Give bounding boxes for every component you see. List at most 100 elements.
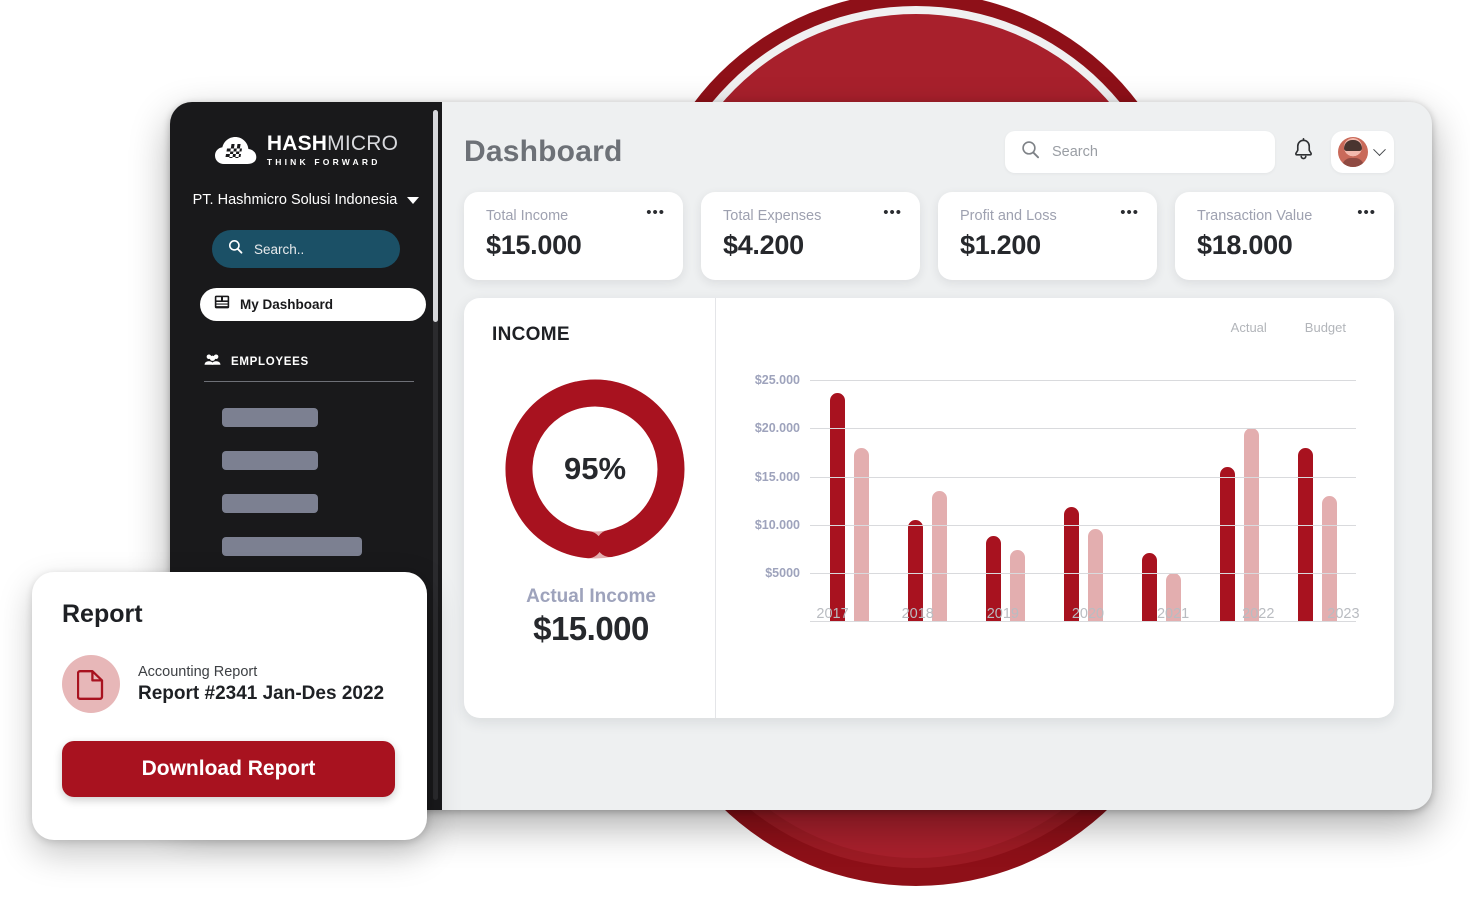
search-icon	[1021, 140, 1040, 164]
chart-bar-group	[1141, 361, 1181, 621]
chart-x-tick-label: 2019	[986, 606, 1019, 622]
sidebar-scrollbar-thumb[interactable]	[433, 110, 438, 322]
ellipsis-icon[interactable]: •••	[646, 205, 665, 220]
chart-y-tick-label: $20.000	[754, 421, 800, 436]
report-subtitle: Accounting Report	[138, 663, 258, 680]
chart-bar-budget[interactable]	[931, 491, 947, 621]
chart-bar-group	[985, 361, 1025, 621]
chart-x-tick-label: 2018	[901, 606, 934, 622]
chart-gridline	[810, 428, 1356, 430]
income-donut-chart: 95%	[500, 374, 690, 564]
chart-bar-actual[interactable]	[1297, 447, 1313, 621]
chart-bar-group	[1297, 361, 1337, 621]
app-logo: HASHMICRO THINK FORWARD	[170, 132, 442, 168]
stat-label: Transaction Value	[1197, 208, 1313, 224]
chart-legend: Actual Budget	[736, 320, 1364, 335]
ellipsis-icon[interactable]: •••	[1120, 205, 1139, 220]
income-percent: 95%	[563, 451, 627, 486]
dashboard-icon	[214, 294, 230, 315]
stat-value: $15.000	[486, 230, 582, 260]
chart-bar-budget[interactable]	[853, 447, 869, 621]
search-input[interactable]: Search	[1005, 131, 1275, 173]
page-title: Dashboard	[464, 135, 623, 168]
logo-tagline: THINK FORWARD	[266, 157, 381, 168]
search-placeholder: Search	[1052, 144, 1098, 160]
stat-label: Total Income	[486, 208, 569, 224]
chart-bar-budget[interactable]	[1321, 495, 1337, 621]
chart-y-tick-label: $10.000	[754, 517, 800, 532]
topbar: Dashboard Search	[464, 124, 1394, 180]
legend-item-actual[interactable]: Actual	[1231, 320, 1267, 335]
stat-label: Profit and Loss	[960, 208, 1057, 224]
chart-x-tick-label: 2022	[1242, 606, 1275, 622]
list-item[interactable]	[222, 494, 318, 513]
stat-cards: Total Income ••• $15.000 Total Expenses …	[464, 192, 1394, 280]
bar-chart: Actual Budget $25.000 $20.000 $15.000 $10.0…	[716, 298, 1394, 718]
chart-bar-actual[interactable]	[829, 392, 845, 621]
sidebar-item-label: My Dashboard	[240, 297, 334, 312]
chart-y-tick-label: $15.000	[754, 469, 800, 484]
user-menu-button[interactable]	[1331, 131, 1394, 173]
stat-label: Total Expenses	[723, 208, 822, 224]
list-item[interactable]	[222, 537, 362, 556]
chart-gridline	[810, 476, 1356, 478]
stat-card-total-income[interactable]: Total Income ••• $15.000	[464, 192, 683, 280]
chart-y-tick-label: $25.000	[754, 373, 800, 388]
logo-wordmark: HASHMICRO THINK FORWARD	[267, 133, 398, 167]
document-icon	[62, 655, 120, 713]
chevron-down-icon	[407, 196, 420, 204]
chart-bar-group	[1063, 361, 1103, 621]
stat-value: $18.000	[1197, 230, 1293, 260]
sidebar-section-label: EMPLOYEES	[231, 356, 309, 368]
chart-x-tick-label: 2020	[1071, 606, 1105, 622]
ellipsis-icon[interactable]: •••	[883, 205, 902, 220]
chart-bar-actual[interactable]	[1219, 466, 1235, 621]
report-text: Accounting Report Report #2341 Jan-Des 2…	[138, 664, 384, 705]
stat-card-transaction-value[interactable]: Transaction Value ••• $18.000	[1175, 192, 1394, 280]
income-title: INCOME	[492, 324, 570, 345]
company-selector[interactable]: PT. Hashmicro Solusi Indonesia	[170, 192, 442, 208]
download-report-button[interactable]: Download Report	[62, 741, 395, 797]
stat-card-total-expenses[interactable]: Total Expenses ••• $4.200	[701, 192, 920, 280]
logo-text-light: MICRO	[327, 132, 399, 156]
sidebar-section-employees[interactable]: EMPLOYEES	[204, 353, 414, 382]
actual-income-label: Actual Income	[526, 586, 656, 607]
chart-x-tick-label: 2023	[1327, 606, 1360, 622]
report-name: Report #2341 Jan-Des 2022	[138, 682, 385, 704]
search-icon	[228, 239, 243, 259]
list-item[interactable]	[222, 451, 318, 470]
chart-gridline	[810, 524, 1356, 526]
chart-bar-group	[1219, 361, 1259, 621]
stat-value: $1.200	[960, 230, 1041, 260]
stat-card-profit-and-loss[interactable]: Profit and Loss ••• $1.200	[938, 192, 1157, 280]
bell-icon	[1293, 137, 1314, 166]
legend-item-budget[interactable]: Budget	[1305, 320, 1346, 335]
actual-income-value: $15.000	[533, 610, 649, 647]
list-item[interactable]	[222, 408, 318, 427]
hashmicro-cloud-logo-icon	[214, 132, 258, 168]
avatar	[1338, 137, 1368, 167]
chart-x-tick-label: 2021	[1156, 606, 1190, 622]
chart-y-tick-label: $5000	[765, 565, 800, 580]
chart-bar-group	[907, 361, 947, 621]
report-title: Report	[62, 600, 143, 628]
chart-gridline	[810, 572, 1356, 574]
sidebar-item-my-dashboard[interactable]: My Dashboard	[200, 288, 426, 321]
topbar-actions: Search	[1005, 131, 1394, 173]
income-summary: INCOME 95% Actual Income $15.000	[464, 298, 716, 718]
report-card: Report Accounting Report Report #2341 Ja…	[32, 572, 427, 840]
chart-gridline	[810, 380, 1356, 382]
chart-x-axis: 2017 2018 2019 2020 2021 2022 2023	[790, 606, 1386, 622]
chart-bar-group	[829, 361, 869, 621]
chart-x-tick-label: 2017	[816, 606, 849, 622]
notifications-button[interactable]	[1289, 137, 1317, 167]
logo-text-bold: HASH	[266, 132, 328, 156]
report-info: Accounting Report Report #2341 Jan-Des 2…	[62, 655, 395, 713]
ellipsis-icon[interactable]: •••	[1357, 205, 1376, 220]
sidebar-search-placeholder: Search..	[254, 241, 305, 257]
chart-plot-area: $25.000 $20.000 $15.000 $10.000 $5000	[755, 361, 1356, 622]
people-icon	[204, 353, 221, 371]
sidebar-search-input[interactable]: Search..	[212, 230, 400, 268]
stat-value: $4.200	[723, 230, 804, 260]
company-name: PT. Hashmicro Solusi Indonesia	[192, 192, 398, 208]
